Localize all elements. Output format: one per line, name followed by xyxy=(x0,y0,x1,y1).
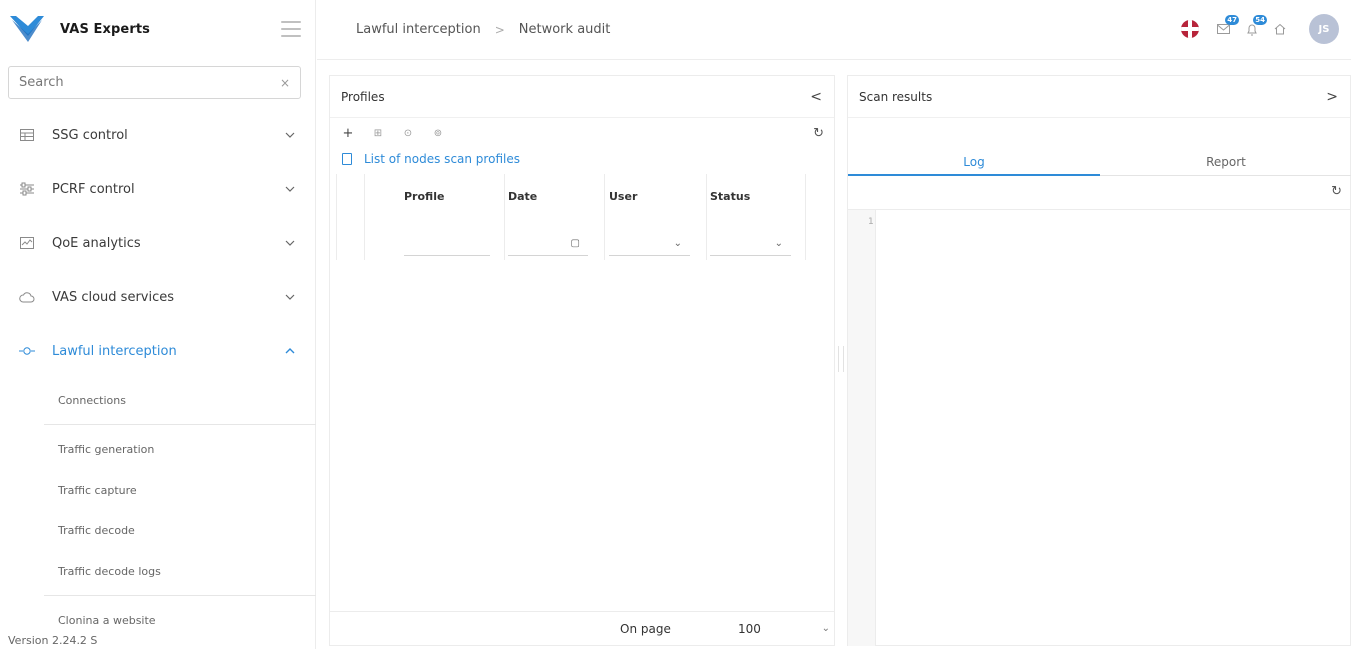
sliders-icon xyxy=(19,181,35,197)
profiles-toolbar: + ⊞ ⊙ ⊚ ↻ xyxy=(330,118,834,148)
nav-item-qoe-analytics[interactable]: QoE analytics xyxy=(0,216,316,270)
column-divider xyxy=(805,174,806,260)
log-editor[interactable]: 1 xyxy=(848,209,1351,646)
tab-report[interactable]: Report xyxy=(1100,150,1351,176)
tree-node-label: List of nodes scan profiles xyxy=(364,152,520,166)
column-divider xyxy=(706,174,707,260)
nav-label: Lawful interception xyxy=(52,343,177,359)
mail-badge: 47 xyxy=(1225,15,1239,25)
language-flag-icon[interactable] xyxy=(1181,20,1199,38)
column-status[interactable]: Status xyxy=(710,190,750,203)
sub-item-traffic-generation[interactable]: Traffic generation xyxy=(58,443,154,456)
brand-name: VAS Experts xyxy=(60,21,150,37)
nav-label: VAS cloud services xyxy=(52,289,175,305)
expand-right-icon[interactable]: > xyxy=(1326,89,1338,105)
add-group-icon[interactable]: ⊞ xyxy=(370,128,386,139)
breadcrumb-network-audit: Network audit xyxy=(518,22,611,37)
search-input[interactable] xyxy=(19,75,280,90)
nav-label: SSG control xyxy=(52,127,128,143)
sub-item-cloning-a-website[interactable]: Clonina a website xyxy=(58,614,156,627)
profiles-header: Profiles < xyxy=(330,76,834,118)
clear-icon[interactable]: × xyxy=(280,76,290,90)
bell-badge: 54 xyxy=(1253,15,1267,25)
chevron-down-icon: ⌄ xyxy=(821,623,830,634)
panel-splitter[interactable] xyxy=(838,346,844,372)
stop-icon[interactable]: ⊚ xyxy=(430,128,446,139)
brand-logo-icon xyxy=(10,16,44,42)
add-icon[interactable]: + xyxy=(340,126,356,141)
date-filter-input[interactable]: ▢ xyxy=(508,236,588,256)
top-header: Lawful interception > Network audit 47 5… xyxy=(317,0,1351,60)
version-label: Version 2.24.2 S xyxy=(8,634,98,647)
chevron-down-icon: ⌄ xyxy=(673,238,682,249)
chart-icon xyxy=(19,235,35,251)
search-field[interactable]: × xyxy=(8,66,301,99)
nav-item-ssg-control[interactable]: SSG control xyxy=(0,108,316,162)
divider xyxy=(44,424,316,425)
scan-tabs: Log Report xyxy=(848,150,1351,176)
refresh-icon[interactable]: ↻ xyxy=(813,126,824,141)
chevron-down-icon xyxy=(284,129,296,141)
nav-item-lawful-interception[interactable]: Lawful interception xyxy=(0,324,316,378)
bell-icon[interactable]: 54 xyxy=(1243,15,1267,38)
tab-log[interactable]: Log xyxy=(848,150,1100,176)
user-filter-select[interactable]: ⌄ xyxy=(609,236,690,256)
divider xyxy=(44,595,316,596)
sidebar: VAS Experts × SSG control PCRF control Q… xyxy=(0,0,316,649)
logo-row: VAS Experts xyxy=(0,0,315,58)
breadcrumb-separator: > xyxy=(494,22,505,37)
column-divider xyxy=(604,174,605,260)
chevron-down-icon xyxy=(284,183,296,195)
line-number: 1 xyxy=(868,217,874,227)
column-user[interactable]: User xyxy=(609,190,637,203)
header-tools: 47 54 JS xyxy=(1181,14,1339,44)
nav-label: PCRF control xyxy=(52,181,135,197)
table-icon xyxy=(19,127,35,143)
sub-item-traffic-decode-logs[interactable]: Traffic decode logs xyxy=(58,565,161,578)
nav-item-vas-cloud-services[interactable]: VAS cloud services xyxy=(0,270,316,324)
cloud-icon xyxy=(19,289,35,305)
breadcrumb-lawful-interception[interactable]: Lawful interception xyxy=(356,22,481,37)
calendar-icon[interactable]: ▢ xyxy=(571,238,580,249)
sub-item-traffic-capture[interactable]: Traffic capture xyxy=(58,484,137,497)
chevron-down-icon xyxy=(284,237,296,249)
column-date[interactable]: Date xyxy=(508,190,537,203)
document-icon xyxy=(342,153,352,165)
nav-label: QoE analytics xyxy=(52,235,141,251)
play-icon[interactable]: ⊙ xyxy=(400,128,416,139)
profiles-footer: On page 100 ⌄ xyxy=(330,611,834,645)
profiles-panel: Profiles < + ⊞ ⊙ ⊚ ↻ List of nodes scan … xyxy=(329,75,835,646)
status-filter-select[interactable]: ⌄ xyxy=(710,236,791,256)
chevron-down-icon: ⌄ xyxy=(774,238,783,249)
scan-results-header: Scan results > xyxy=(848,76,1350,118)
profiles-tree-node[interactable]: List of nodes scan profiles xyxy=(330,148,834,170)
on-page-label: On page xyxy=(620,621,671,636)
page-size-value: 100 xyxy=(738,621,761,636)
column-divider xyxy=(504,174,505,260)
chevron-up-icon xyxy=(284,345,296,357)
profile-filter-input[interactable] xyxy=(404,236,490,256)
nav-menu: SSG control PCRF control QoE analytics V… xyxy=(0,108,316,378)
profiles-title: Profiles xyxy=(341,89,385,104)
sub-item-traffic-decode[interactable]: Traffic decode xyxy=(58,524,135,537)
column-divider xyxy=(364,174,365,260)
user-avatar[interactable]: JS xyxy=(1309,14,1339,44)
home-icon[interactable] xyxy=(1271,20,1289,38)
sub-item-connections[interactable]: Connections xyxy=(58,394,126,407)
scan-results-panel: Scan results > Log Report ↻ 1 xyxy=(847,75,1351,646)
line-gutter: 1 xyxy=(848,210,876,646)
column-divider xyxy=(336,174,337,260)
nav-item-pcrf-control[interactable]: PCRF control xyxy=(0,162,316,216)
collapse-left-icon[interactable]: < xyxy=(810,89,822,105)
page-size-select[interactable]: 100 ⌄ xyxy=(738,616,830,642)
profiles-grid-header: Profile Date ▢ User ⌄ Status ⌄ xyxy=(336,174,806,260)
refresh-icon[interactable]: ↻ xyxy=(1331,184,1342,199)
node-icon xyxy=(19,343,35,359)
menu-icon[interactable] xyxy=(281,21,301,37)
mail-icon[interactable]: 47 xyxy=(1215,15,1239,38)
chevron-down-icon xyxy=(284,291,296,303)
column-profile[interactable]: Profile xyxy=(404,190,444,203)
scan-results-title: Scan results xyxy=(859,89,933,104)
